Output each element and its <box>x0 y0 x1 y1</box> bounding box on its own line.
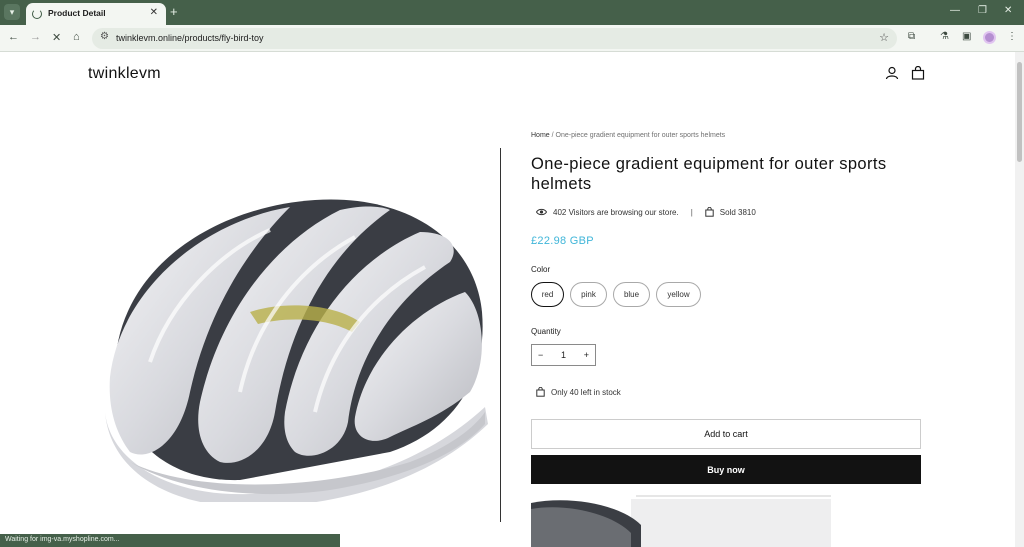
sold-count: Sold 3810 <box>719 207 756 217</box>
new-tab-button[interactable]: + <box>170 4 178 20</box>
store-logo[interactable]: twinklevm <box>88 65 161 83</box>
profile-avatar[interactable] <box>983 31 996 44</box>
web-page: twinklevm Home / One-piece gradient equi… <box>0 52 1015 547</box>
bag-icon <box>536 387 545 397</box>
color-options: red pink blue yellow <box>531 282 701 307</box>
scrollbar-thumb[interactable] <box>1017 62 1022 162</box>
tab-title: Product Detail <box>48 8 106 18</box>
buy-now-button[interactable]: Buy now <box>531 455 921 484</box>
breadcrumb-current: One-piece gradient equipment for outer s… <box>555 132 726 139</box>
eye-icon <box>536 208 547 216</box>
home-icon[interactable]: ⌂ <box>73 31 80 43</box>
forward-icon[interactable]: → <box>30 31 41 43</box>
color-label: Color <box>531 265 551 274</box>
tab-product-detail[interactable]: Product Detail ✕ <box>26 3 166 25</box>
address-bar[interactable]: ⚙ twinklevm.online/products/fly-bird-toy… <box>92 28 897 49</box>
quantity-increase-button[interactable]: + <box>584 350 589 360</box>
browser-toolbar: ← → ✕ ⌂ ⚙ twinklevm.online/products/fly-… <box>0 25 1024 52</box>
visitors-count: 402 Visitors are browsing our store. <box>553 207 679 217</box>
site-info-icon[interactable]: ⚙ <box>100 31 109 42</box>
loading-spinner-icon <box>32 9 42 19</box>
window-close-icon[interactable]: ✕ <box>1004 5 1012 16</box>
kebab-menu-icon[interactable]: ⋮ <box>1007 31 1017 42</box>
color-option-yellow[interactable]: yellow <box>656 282 701 307</box>
description-image <box>531 495 831 547</box>
back-icon[interactable]: ← <box>8 31 19 43</box>
breadcrumb: Home / One-piece gradient equipment for … <box>531 132 725 139</box>
add-to-cart-button[interactable]: Add to cart <box>531 419 921 449</box>
stock-notice: Only 40 left in stock <box>536 387 621 397</box>
cart-icon[interactable] <box>911 66 925 80</box>
color-option-blue[interactable]: blue <box>613 282 650 307</box>
breadcrumb-home[interactable]: Home <box>531 132 550 139</box>
bookmark-star-icon[interactable]: ☆ <box>879 31 889 44</box>
product-title: One-piece gradient equipment for outer s… <box>531 155 887 193</box>
account-icon[interactable] <box>885 66 899 80</box>
stop-icon[interactable]: ✕ <box>52 31 61 44</box>
extensions-icon[interactable]: ⧉ <box>908 31 915 42</box>
gallery-divider <box>500 148 501 522</box>
url-text[interactable]: twinklevm.online/products/fly-bird-toy <box>116 33 264 43</box>
quantity-stepper: − 1 + <box>531 344 596 366</box>
minimize-icon[interactable]: — <box>950 5 960 16</box>
quantity-label: Quantity <box>531 327 561 336</box>
labs-icon[interactable]: ⚗ <box>940 31 949 42</box>
bag-icon <box>705 207 714 217</box>
page-scrollbar[interactable] <box>1015 52 1024 547</box>
sidebar-icon[interactable]: ▣ <box>962 31 971 42</box>
stock-text: Only 40 left in stock <box>551 387 621 397</box>
color-option-red[interactable]: red <box>531 282 564 307</box>
close-icon[interactable]: ✕ <box>150 7 158 18</box>
product-image[interactable] <box>90 162 490 502</box>
restore-icon[interactable]: ❐ <box>978 5 987 16</box>
tab-search-icon[interactable]: ▾ <box>4 4 20 20</box>
quantity-decrease-button[interactable]: − <box>538 350 543 360</box>
quantity-input[interactable]: 1 <box>561 350 566 360</box>
status-bar: Waiting for img-va.myshopline.com... <box>0 534 340 547</box>
browser-tabstrip: ▾ Product Detail ✕ + — ❐ ✕ <box>0 0 1024 25</box>
color-option-pink[interactable]: pink <box>570 282 607 307</box>
stats-divider: | <box>690 207 693 217</box>
product-price: £22.98 GBP <box>531 235 594 247</box>
product-stats: 402 Visitors are browsing our store. | S… <box>536 207 756 217</box>
